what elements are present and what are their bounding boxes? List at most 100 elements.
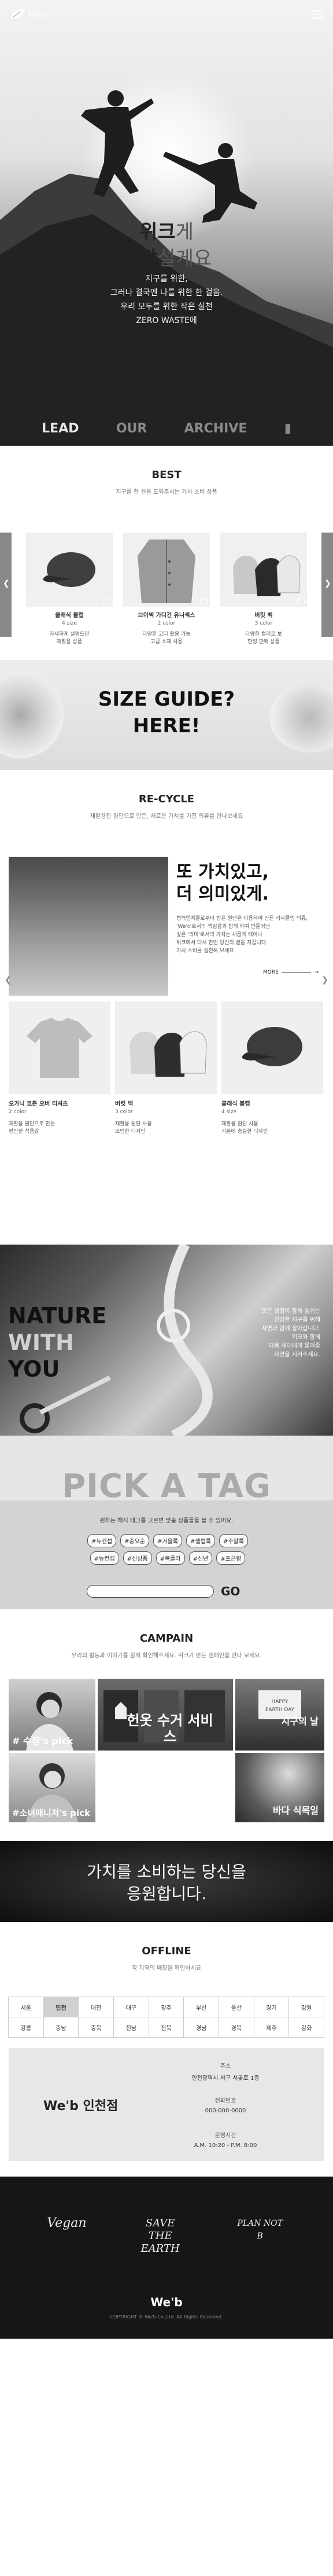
campain-card[interactable]: # 수장's pick: [9, 1679, 95, 1751]
footer-brand[interactable]: PLAN NOT B: [234, 2217, 286, 2255]
offline-subtitle: 각 지역의 매장을 확인하세요: [132, 1965, 201, 1972]
offline-title: OFFLINE: [142, 1945, 191, 1957]
product-desc: 다양한 컬러로 보 한정 판매 상품: [245, 632, 282, 645]
footer-brand-list: Vegan SAVE THE EARTH PLAN NOT B: [0, 2217, 333, 2255]
chevron-left-icon[interactable]: ❮: [5, 975, 12, 985]
product-desc: 재활용 원단으로 만든 편안한 착용감: [9, 1121, 56, 1135]
product-image: [221, 1001, 323, 1094]
product-image: ♡: [220, 533, 307, 607]
campain-card[interactable]: 바다 식목일: [235, 1753, 324, 1822]
recycle-card[interactable]: 클래식 볼캡 4 size 재활용 원단 사용 기본에 충실한 디자인: [221, 1001, 323, 1136]
region-tab[interactable]: 강릉: [8, 2017, 44, 2038]
hero-sub-line: 우리 모두를 위한 작은 실천: [120, 302, 213, 311]
heart-icon[interactable]: ♡: [223, 596, 229, 604]
best-card[interactable]: ♡ 버킷 백 3 color 다양한 컬러로 보 한정 판매 상품: [220, 533, 307, 645]
tag-chip[interactable]: #겨울룩: [153, 1534, 182, 1547]
region-tab[interactable]: 대구: [113, 1997, 149, 2017]
tag-chip[interactable]: #목폴라: [156, 1551, 185, 1565]
hero-tabs: LEAD OUR ARCHIVE ▮: [0, 411, 333, 446]
chevron-left-icon: ❮: [3, 579, 10, 588]
region-tab[interactable]: 서울: [8, 1997, 44, 2017]
hamburger-menu-icon[interactable]: [311, 10, 323, 19]
region-tab[interactable]: 강원: [288, 1997, 324, 2017]
tag-chip[interactable]: #중요순: [120, 1534, 149, 1547]
best-next-button[interactable]: ❯: [321, 533, 333, 637]
leaf-logo-icon: [12, 9, 24, 19]
best-section: BEST 지구를 한 걸음 도와주시는 가치 소비 상품 ❮ ❯ ♡ 클래식 볼…: [0, 446, 333, 660]
hero-tab-our[interactable]: OUR: [116, 421, 147, 436]
tag-chip[interactable]: #셀럽룩: [186, 1534, 215, 1547]
footer-brand[interactable]: Vegan: [47, 2217, 86, 2255]
heart-icon[interactable]: ♡: [28, 596, 35, 604]
region-tab-selected[interactable]: 인천: [43, 1997, 79, 2017]
page: We'c 위크게 앞장설게요 지구를 위한, 그러나 결국엔 나를 위한 한 걸…: [0, 0, 333, 2576]
region-tab[interactable]: 전북: [148, 2017, 184, 2038]
best-card[interactable]: ♡ 클래식 볼캡 4 size 자세하게 설명드린 재활용 상품: [26, 533, 113, 645]
region-tab[interactable]: 충북: [78, 2017, 114, 2038]
cardigan-image: [138, 540, 195, 603]
hero-tab-lead[interactable]: LEAD: [42, 421, 79, 436]
pick-tag-subtitle: 원하는 해시 태그를 고르면 맞춤 상품들을 볼 수 있어요.: [99, 1518, 234, 1524]
region-tab[interactable]: 울산: [219, 1997, 254, 2017]
best-card[interactable]: ♡ 브이넥 가디건 유니섹스 2 color 다양한 코디 활용 가능 고급 소재…: [123, 533, 210, 645]
tag-chip[interactable]: #신년: [188, 1551, 213, 1565]
logo-text: We'c: [28, 8, 50, 20]
region-tab[interactable]: 경남: [183, 2017, 219, 2038]
region-tab[interactable]: 강화: [288, 2017, 324, 2038]
recycle-card[interactable]: 버킷 백 3 color 재활용 원단 사용 모던한 디자인: [115, 1001, 217, 1136]
best-carousel: ❮ ❯ ♡ 클래식 볼캡 4 size 자세하게 설명드린 재활용 상품 ♡ 브이…: [0, 533, 333, 648]
cart-icon[interactable]: [297, 598, 305, 604]
more-link[interactable]: MORE →: [263, 970, 319, 975]
hero-title: 위크게 앞장설게요: [0, 219, 333, 272]
region-tab[interactable]: 대전: [78, 1997, 114, 2017]
campain-card[interactable]: #소녀매니저's pick: [9, 1753, 95, 1822]
tag-chip[interactable]: #뉴컨셉: [87, 1534, 117, 1547]
hero-title-bold: 위크: [139, 221, 176, 244]
region-tab[interactable]: 경북: [219, 2017, 254, 2038]
store-phone: 전화번호 000-000-0000: [205, 2098, 246, 2114]
recycle-title: RE-CYCLE: [138, 793, 195, 805]
product-name: 버킷 백: [254, 612, 273, 619]
recycle-card[interactable]: 오가닉 코튼 오버 티셔츠 2 color 재활용 원단으로 만든 편안한 착용감: [9, 1001, 110, 1136]
cart-icon[interactable]: [200, 598, 208, 604]
offline-section: OFFLINE 각 지역의 매장을 확인하세요 서울 인천 대전 대구 광주 부…: [0, 1922, 333, 2177]
chevron-right-icon[interactable]: ❯: [321, 975, 328, 985]
best-prev-button[interactable]: ❮: [0, 533, 12, 637]
region-tab[interactable]: 부산: [183, 1997, 219, 2017]
cap-image: [43, 552, 95, 587]
cart-icon[interactable]: [103, 598, 110, 604]
region-tab[interactable]: 충남: [43, 2017, 79, 2038]
heart-icon[interactable]: ♡: [125, 596, 132, 604]
tag-chip[interactable]: #신상품: [123, 1551, 152, 1565]
campain-label: 헌옷 수거 서비스: [127, 1712, 213, 1745]
pick-tag-title: PICK A TAG: [62, 1467, 271, 1505]
best-subtitle: 지구를 한 걸음 도와주시는 가치 소비 상품: [116, 489, 217, 496]
tag-chip[interactable]: #포근함: [216, 1551, 246, 1565]
logo[interactable]: We'c: [10, 8, 50, 20]
footer-brand[interactable]: SAVE THE EARTH: [134, 2217, 186, 2255]
product-name: 클래식 볼캡: [221, 1101, 250, 1107]
tag-chip[interactable]: #뉴컨셉: [90, 1551, 119, 1565]
recycle-product-list: 오가닉 코튼 오버 티셔츠 2 color 재활용 원단으로 만든 편안한 착용감…: [9, 1001, 324, 1136]
region-tab[interactable]: 광주: [148, 1997, 184, 2017]
region-tab[interactable]: 경기: [253, 1997, 290, 2017]
campain-card[interactable]: 헌옷 수거 서비스: [98, 1679, 233, 1751]
recycle-headline: 또 가치있고, 더 의미있게.: [176, 862, 269, 904]
footer-logo[interactable]: We'b: [0, 2295, 333, 2309]
tag-chip[interactable]: #주말룩: [219, 1534, 248, 1547]
product-name: 버킷 백: [115, 1101, 134, 1107]
hero-title-light: 게: [175, 221, 194, 244]
hero-tab-archive[interactable]: ARCHIVE: [184, 421, 247, 436]
hero-section: We'c 위크게 앞장설게요 지구를 위한, 그러나 결국엔 나를 위한 한 걸…: [0, 0, 333, 446]
tag-search-input[interactable]: [87, 1585, 214, 1598]
campain-card[interactable]: HAPPY EARTH DAY 지구의 날: [235, 1679, 324, 1751]
go-button[interactable]: GO: [221, 1584, 240, 1598]
product-image: ♡: [123, 533, 210, 607]
region-tab[interactable]: 제주: [253, 2017, 290, 2038]
nature-banner: NATURE WITH YOU 모든 생명이 함께 숨쉬는 건강한 지구를 위해 자…: [0, 1245, 333, 1436]
product-option: 2 color: [9, 1109, 27, 1115]
size-guide-banner[interactable]: SIZE GUIDE? HERE!: [0, 660, 333, 770]
hero-tab-more-icon[interactable]: ▮: [284, 421, 291, 436]
region-tab[interactable]: 전남: [113, 2017, 149, 2038]
store-name: We'b 인천점: [43, 2099, 119, 2113]
